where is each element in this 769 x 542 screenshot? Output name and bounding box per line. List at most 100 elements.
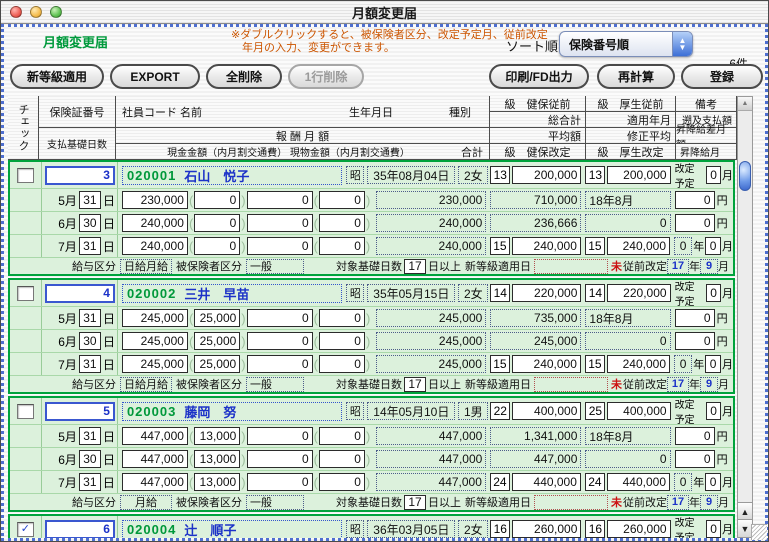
days-input[interactable]: 31 (79, 473, 101, 491)
kenpo-before-amount[interactable]: 200,000 (512, 166, 581, 184)
gender-type-value[interactable]: 1男 (458, 402, 488, 420)
days-input[interactable]: 30 (79, 450, 101, 468)
previous-revision-year[interactable]: 17 (667, 495, 689, 510)
insurance-number-input[interactable]: 5 (45, 402, 115, 421)
scroll-down-arrow[interactable]: ▼ (738, 519, 752, 537)
cash-amount-input[interactable]: 240,000 (122, 214, 188, 232)
salary-type-value[interactable]: 日給月給 (120, 259, 172, 274)
cash-amount-input[interactable]: 240,000 (122, 237, 188, 255)
salary-type-value[interactable]: 月給 (120, 495, 172, 510)
goods-transport-input[interactable]: 0 (319, 214, 365, 232)
kenpo-revised-grade[interactable]: 15 (490, 237, 510, 255)
goods-amount-input[interactable]: 0 (247, 355, 313, 373)
goods-transport-input[interactable]: 0 (319, 427, 365, 445)
kosei-revised-amount[interactable]: 240,000 (607, 237, 670, 255)
cash-amount-input[interactable]: 447,000 (122, 450, 188, 468)
retro-payment-input[interactable]: 0 (675, 309, 715, 327)
raise-month-input[interactable]: 0 (705, 473, 721, 491)
kenpo-revised-grade[interactable]: 24 (490, 473, 510, 491)
kosei-before-grade[interactable]: 14 (585, 284, 605, 302)
days-input[interactable]: 31 (79, 427, 101, 445)
kosei-revised-grade[interactable]: 24 (585, 473, 605, 491)
new-grade-apply-date-value[interactable] (534, 495, 608, 510)
apply-new-grade-button[interactable]: 新等級適用 (10, 64, 104, 89)
cash-transport-input[interactable]: 13,000 (194, 473, 240, 491)
target-base-days-input[interactable]: 17 (404, 259, 426, 274)
row-checkbox-checked[interactable]: ✓ (17, 522, 34, 537)
cash-amount-input[interactable]: 447,000 (122, 427, 188, 445)
kenpo-before-amount[interactable]: 400,000 (512, 402, 581, 420)
kenpo-revised-amount[interactable]: 440,000 (512, 473, 581, 491)
goods-amount-input[interactable]: 0 (247, 473, 313, 491)
goods-amount-input[interactable]: 0 (247, 237, 313, 255)
new-grade-apply-date-value[interactable] (534, 377, 608, 392)
goods-amount-input[interactable]: 0 (247, 332, 313, 350)
kaitei-month-input[interactable]: 0 (706, 284, 721, 302)
recalculate-button[interactable]: 再計算 (597, 64, 675, 89)
kaitei-month-input[interactable]: 0 (706, 402, 721, 420)
cash-amount-input[interactable]: 245,000 (122, 309, 188, 327)
goods-amount-input[interactable]: 0 (247, 309, 313, 327)
gender-type-value[interactable]: 2女 (458, 520, 488, 538)
kosei-before-amount[interactable]: 400,000 (607, 402, 670, 420)
kenpo-before-grade[interactable]: 16 (490, 520, 510, 538)
cash-amount-input[interactable]: 447,000 (122, 473, 188, 491)
goods-transport-input[interactable]: 0 (319, 473, 365, 491)
kosei-before-amount[interactable]: 200,000 (607, 166, 670, 184)
salary-type-value[interactable]: 日給月給 (120, 377, 172, 392)
goods-transport-input[interactable]: 0 (319, 355, 365, 373)
kenpo-before-grade[interactable]: 13 (490, 166, 510, 184)
vertical-scrollbar[interactable]: ▲ ▲ ▼ (737, 96, 753, 538)
kenpo-revised-grade[interactable]: 15 (490, 355, 510, 373)
raise-diff-input[interactable]: 0 (675, 450, 715, 468)
raise-month-input[interactable]: 0 (705, 355, 721, 373)
scrollbar-thumb[interactable] (739, 161, 751, 191)
goods-transport-input[interactable]: 0 (319, 332, 365, 350)
kosei-revised-amount[interactable]: 440,000 (607, 473, 670, 491)
target-base-days-input[interactable]: 17 (404, 495, 426, 510)
insured-category-value[interactable]: 一般 (246, 377, 304, 392)
gender-type-value[interactable]: 2女 (458, 166, 488, 184)
days-input[interactable]: 31 (79, 191, 101, 209)
cash-transport-input[interactable]: 0 (194, 214, 240, 232)
goods-transport-input[interactable]: 0 (319, 237, 365, 255)
kenpo-revised-amount[interactable]: 240,000 (512, 355, 581, 373)
previous-revision-year[interactable]: 17 (667, 259, 689, 274)
cash-transport-input[interactable]: 25,000 (194, 355, 240, 373)
kosei-revised-grade[interactable]: 15 (585, 355, 605, 373)
cash-amount-input[interactable]: 245,000 (122, 355, 188, 373)
previous-revision-month[interactable]: 9 (700, 259, 718, 274)
cash-amount-input[interactable]: 245,000 (122, 332, 188, 350)
birthdate-value[interactable]: 35年08月04日 (367, 166, 455, 184)
previous-revision-year[interactable]: 17 (667, 377, 689, 392)
kosei-before-amount[interactable]: 220,000 (607, 284, 670, 302)
days-input[interactable]: 31 (79, 237, 101, 255)
retro-payment-input[interactable]: 0 (675, 427, 715, 445)
register-button[interactable]: 登録 (681, 64, 763, 89)
goods-transport-input[interactable]: 0 (319, 309, 365, 327)
kenpo-before-amount[interactable]: 260,000 (512, 520, 581, 538)
raise-year-value[interactable]: 0 (674, 473, 692, 491)
new-grade-apply-date-value[interactable] (534, 259, 608, 274)
kenpo-before-grade[interactable]: 22 (490, 402, 510, 420)
previous-revision-month[interactable]: 9 (700, 377, 718, 392)
cash-transport-input[interactable]: 25,000 (194, 332, 240, 350)
kosei-before-amount[interactable]: 260,000 (607, 520, 670, 538)
kosei-revised-amount[interactable]: 240,000 (607, 355, 670, 373)
insurance-number-input[interactable]: 4 (45, 284, 115, 303)
insurance-number-input[interactable]: 3 (45, 166, 115, 185)
insurance-number-input[interactable]: 6 (45, 520, 115, 539)
delete-all-button[interactable]: 全削除 (206, 64, 282, 89)
kosei-before-grade[interactable]: 16 (585, 520, 605, 538)
employee-name-box[interactable]: 020002三井 早苗 (122, 284, 342, 303)
kosei-before-grade[interactable]: 25 (585, 402, 605, 420)
kenpo-before-amount[interactable]: 220,000 (512, 284, 581, 302)
previous-revision-month[interactable]: 9 (700, 495, 718, 510)
row-checkbox[interactable] (17, 168, 34, 183)
goods-amount-input[interactable]: 0 (247, 427, 313, 445)
birthdate-value[interactable]: 35年05月15日 (367, 284, 455, 302)
row-checkbox[interactable] (17, 404, 34, 419)
kenpo-before-grade[interactable]: 14 (490, 284, 510, 302)
raise-year-value[interactable]: 0 (674, 355, 692, 373)
insured-category-value[interactable]: 一般 (246, 259, 304, 274)
